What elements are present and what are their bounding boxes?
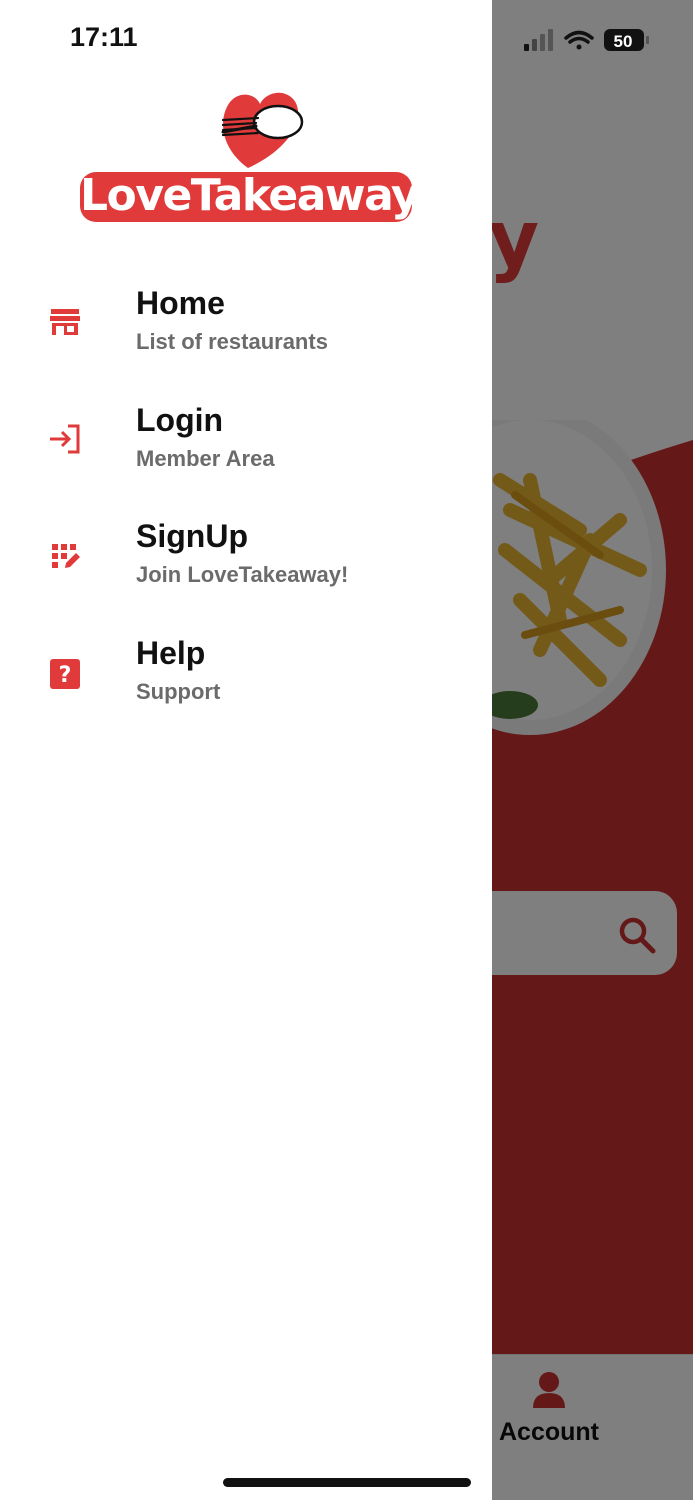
store-icon [50,309,80,335]
status-icons: 50 [524,29,649,51]
menu-item-title: SignUp [136,518,248,554]
svg-text:?: ? [59,663,72,688]
menu-item-subtitle: Join LoveTakeaway! [136,562,349,587]
signup-grid-pen-icon [52,544,80,568]
cellular-signal-icon [524,29,553,51]
menu-item-subtitle: Support [136,679,221,704]
menu-item-login[interactable]: Login Member Area [0,402,492,492]
navigation-drawer: LoveTakeaway Home List of restaurants Lo… [0,0,492,1500]
menu-item-subtitle: List of restaurants [136,329,328,354]
menu-item-help[interactable]: ? Help Support [0,635,492,725]
brand-logo[interactable]: LoveTakeaway [80,88,420,248]
status-time: 17:11 [70,22,138,52]
menu-item-title: Home [136,285,225,321]
menu-item-title: Help [136,635,206,671]
battery-level: 50 [614,32,633,51]
battery-icon: 50 [604,29,649,51]
menu-item-subtitle: Member Area [136,446,275,471]
menu-item-title: Login [136,402,224,438]
brand-wordmark: LoveTakeaway [80,170,420,221]
wifi-icon [564,30,594,50]
menu-item-home[interactable]: Home List of restaurants [0,285,492,375]
login-arrow-icon [50,424,80,454]
question-mark-icon: ? [50,659,80,689]
menu-item-signup[interactable]: SignUp Join LoveTakeaway! [0,518,492,608]
heart-spoon-fork-logo-icon [221,92,304,168]
home-indicator[interactable] [223,1478,471,1487]
